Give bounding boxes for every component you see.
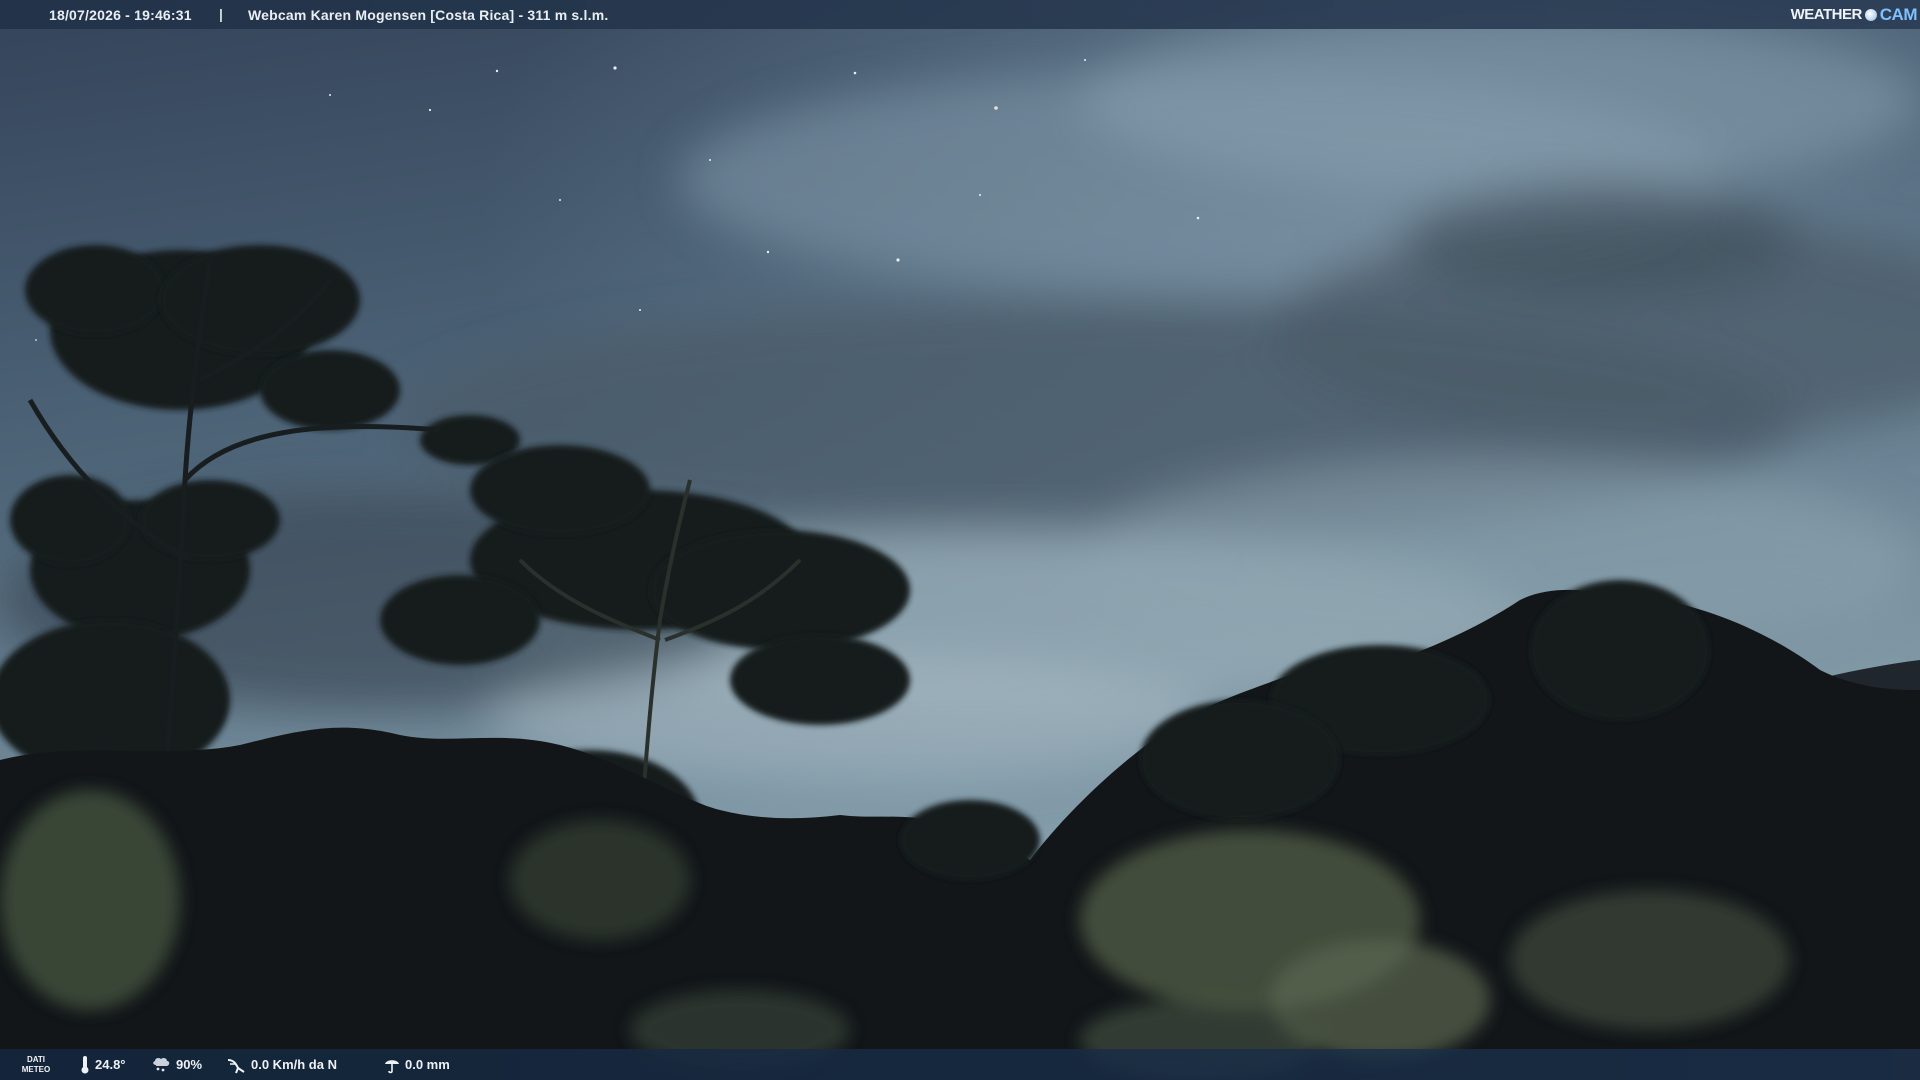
weathercam-logo: WEATHER CAM [1790,4,1918,25]
humidity-value: 90% [176,1057,203,1072]
weather-data-bar: DATI METEO 24.8° 90% 0.0 Km/h da N 0.0 m… [0,1049,1920,1080]
wind-icon [227,1058,245,1073]
wind-value: 0.0 Km/h da N [251,1057,337,1072]
night-landscape [0,0,1920,1080]
webcam-image [0,0,1920,1080]
header-bar: 18/07/2026 - 19:46:31 | Webcam Karen Mog… [0,0,1920,29]
wind-readout: 0.0 Km/h da N [226,1055,337,1074]
rain-icon [385,1059,399,1073]
temperature-readout: 24.8° [80,1055,126,1074]
thermometer-icon [81,1056,89,1074]
separator: | [219,6,223,22]
logo-word-cam: CAM [1879,4,1918,24]
rain-readout: 0.0 mm [384,1055,450,1074]
timestamp: 18/07/2026 - 19:46:31 [49,7,192,23]
logo-word-weather: WEATHER [1790,6,1863,23]
humidity-icon [153,1057,170,1072]
logo-lens-icon [1864,8,1877,21]
humidity-readout: 90% [151,1055,202,1074]
meteo-data-label: DATI METEO [21,1055,51,1074]
temperature-value: 24.8° [95,1057,126,1072]
webcam-title: Webcam Karen Mogensen [Costa Rica] - 311… [248,7,609,23]
rain-value: 0.0 mm [405,1057,450,1072]
